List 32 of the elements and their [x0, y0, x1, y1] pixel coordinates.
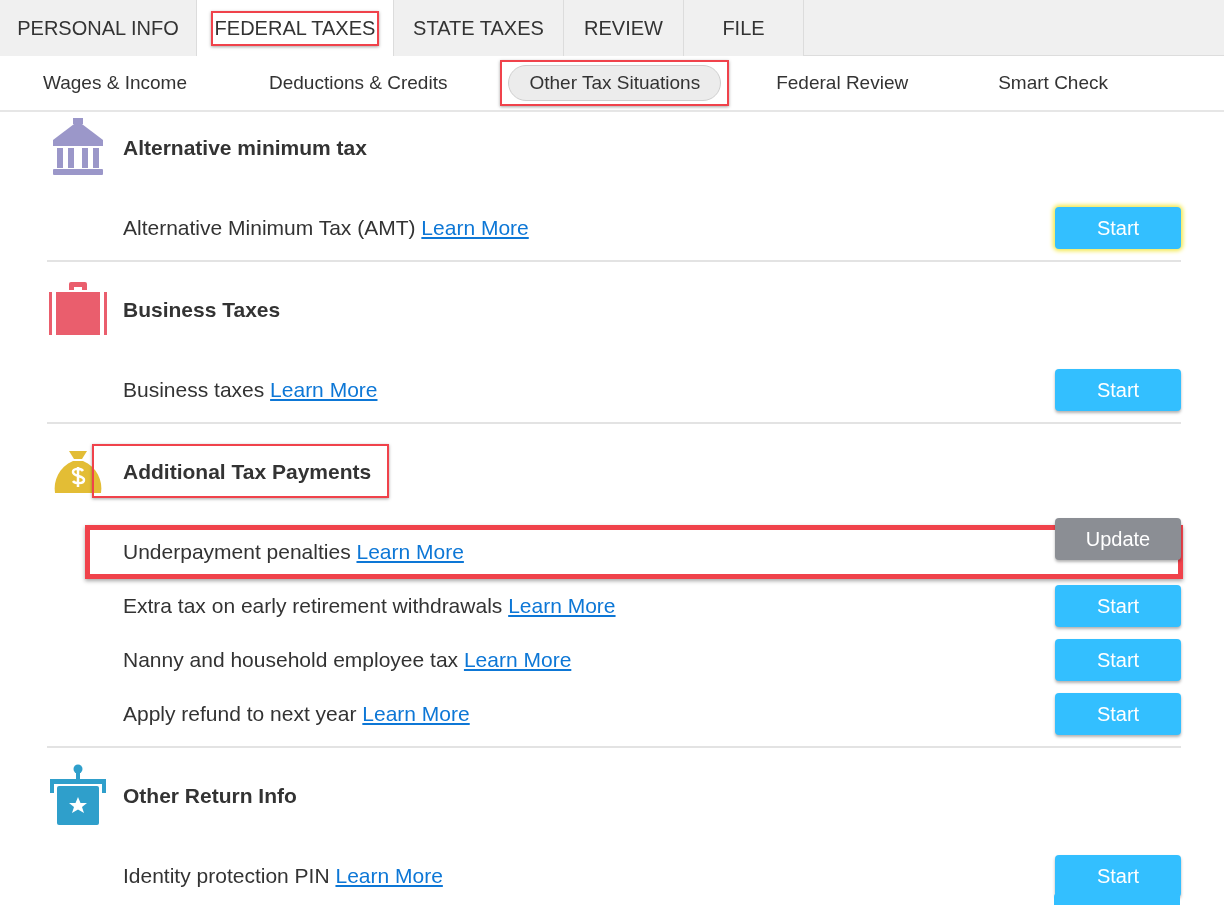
- learn-more-link[interactable]: Learn More: [362, 702, 470, 725]
- section-title: Additional Tax Payments: [123, 460, 372, 484]
- bank-icon: [51, 118, 105, 176]
- learn-more-link[interactable]: Learn More: [270, 378, 378, 401]
- learn-more-link[interactable]: Learn More: [463, 648, 572, 671]
- item-label: Business taxes Learn More: [123, 378, 378, 402]
- item-label: Apply refund to next year Learn More: [123, 702, 470, 726]
- sub-tab[interactable]: Deductions & Credits: [247, 65, 469, 101]
- learn-more-link[interactable]: Learn More: [508, 594, 616, 617]
- nav-tab[interactable]: REVIEW: [584, 16, 663, 39]
- learn-more-link[interactable]: Learn More: [421, 216, 529, 239]
- section-title: Business Taxes: [123, 298, 281, 322]
- sub-tab[interactable]: Other Tax Situations: [508, 65, 722, 101]
- sub-tab[interactable]: Federal Review: [755, 65, 930, 101]
- briefcase-icon: [49, 282, 107, 336]
- item-label: Identity protection PIN Learn More: [123, 864, 443, 888]
- item-label: Underpayment penalties Learn More: [123, 540, 464, 564]
- nav-tab[interactable]: FILE: [722, 16, 765, 39]
- nav-tab[interactable]: STATE TAXES: [413, 16, 544, 39]
- sub-tab[interactable]: Wages & Income: [22, 65, 208, 101]
- update-button[interactable]: Update: [1055, 518, 1181, 560]
- item-label: Alternative Minimum Tax (AMT) Learn More: [123, 216, 529, 240]
- podium-star-icon: [50, 764, 106, 826]
- money-bag-icon: [53, 449, 103, 493]
- item-label: Nanny and household employee tax Learn More: [123, 648, 572, 672]
- learn-more-link[interactable]: Learn More: [335, 864, 443, 887]
- section-title: Other Return Info: [123, 784, 297, 808]
- learn-more-link[interactable]: Learn More: [356, 540, 464, 563]
- nav-tab[interactable]: PERSONAL INFO: [17, 16, 179, 39]
- sub-tab[interactable]: Smart Check: [977, 65, 1129, 101]
- section-title: Alternative minimum tax: [123, 136, 367, 160]
- item-label: Extra tax on early retirement withdrawals Learn More: [123, 594, 616, 618]
